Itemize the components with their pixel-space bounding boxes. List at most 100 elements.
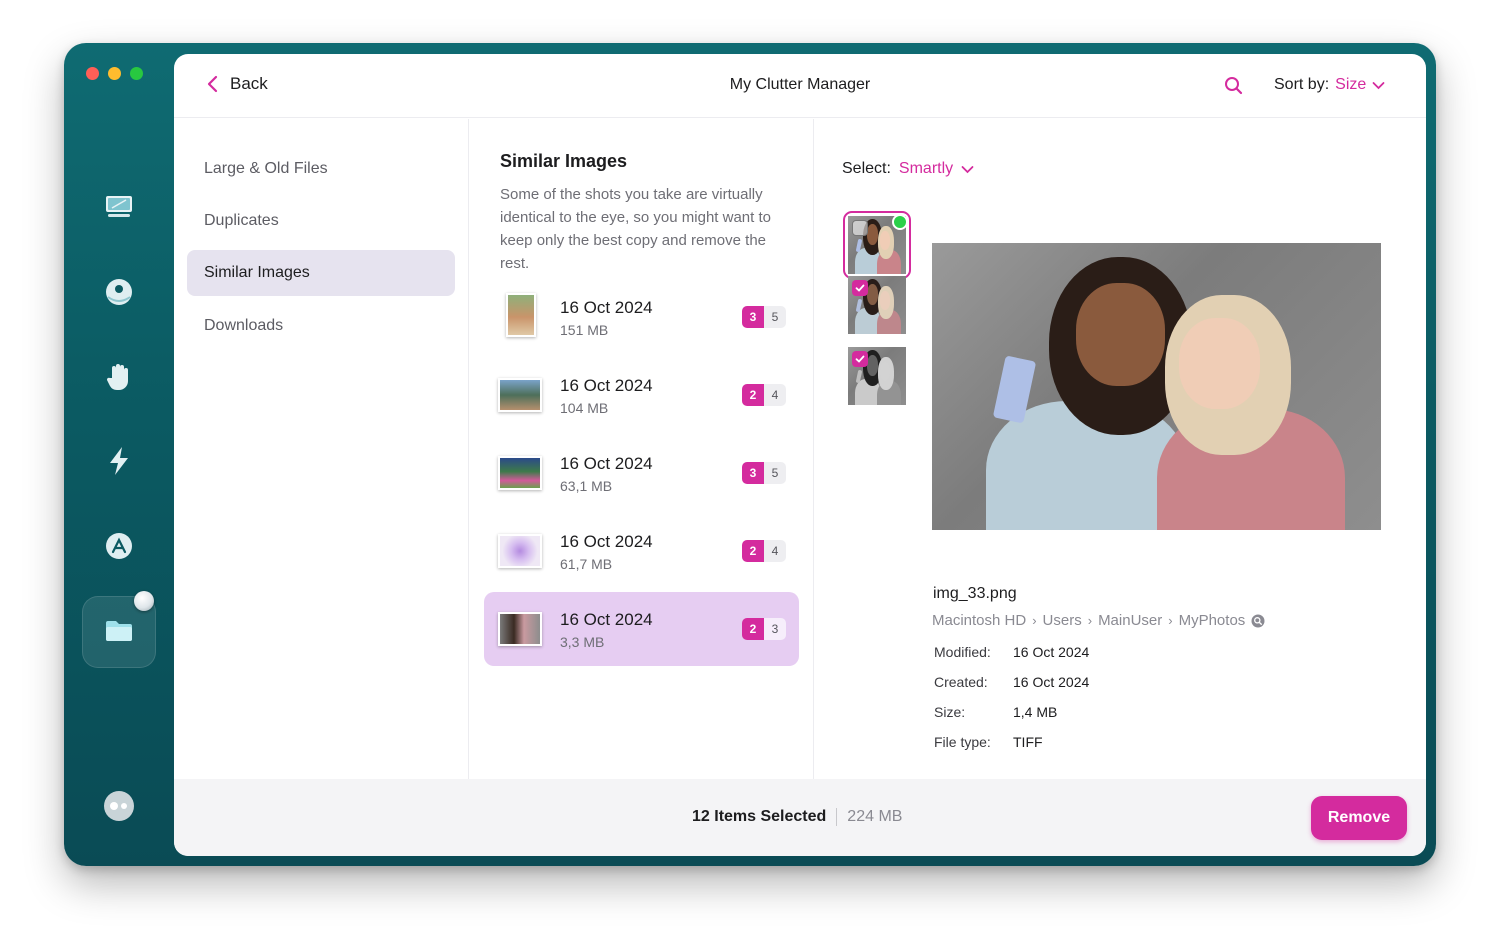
meta-key: Modified:: [934, 644, 991, 660]
group-date: 16 Oct 2024: [560, 454, 653, 473]
selected-count: 3: [742, 462, 764, 484]
apps-icon[interactable]: [101, 528, 137, 564]
app-window: Back My Clutter Manager Sort by: Size La…: [64, 43, 1436, 866]
meta-key: File type:: [934, 734, 991, 750]
group-date: 16 Oct 2024: [560, 376, 653, 395]
photo-thumbnail[interactable]: [848, 347, 906, 405]
notification-dot: [134, 591, 154, 611]
image-group-selected[interactable]: 16 Oct 2024 3,3 MB 2 3: [484, 592, 799, 666]
nav-item-duplicates[interactable]: Duplicates: [187, 198, 455, 244]
selected-count: 3: [742, 306, 764, 328]
divider: [836, 808, 838, 826]
nav-item-large-old-files[interactable]: Large & Old Files: [187, 146, 455, 192]
unchecked-checkbox[interactable]: [852, 220, 868, 236]
meta-key: Created:: [934, 674, 988, 690]
file-path: Macintosh HD › Users › MainUser › MyPhot…: [932, 612, 1265, 629]
folder-icon[interactable]: [101, 613, 137, 649]
sort-dropdown[interactable]: Sort by: Size: [1274, 76, 1385, 94]
select-value: Smartly: [898, 160, 954, 177]
group-count-badge: 2 3: [742, 618, 786, 640]
nav-item-similar-images[interactable]: Similar Images: [187, 250, 455, 296]
chevron-down-icon: [1372, 81, 1385, 89]
monitor-icon[interactable]: [101, 189, 137, 225]
group-date: 16 Oct 2024: [560, 610, 653, 629]
image-group[interactable]: 16 Oct 2024 151 MB 3 5: [484, 280, 799, 354]
image-group[interactable]: 16 Oct 2024 61,7 MB 2 4: [484, 514, 799, 588]
meta-value: 1,4 MB: [1013, 704, 1058, 720]
group-count-badge: 2 4: [742, 540, 786, 562]
group-thumbnail: [498, 612, 542, 646]
sort-label: Sort by:: [1274, 76, 1330, 93]
meta-value: TIFF: [1013, 734, 1043, 750]
chevron-right-icon: ›: [1087, 613, 1093, 628]
meta-value: 16 Oct 2024: [1013, 674, 1090, 690]
path-segment[interactable]: MainUser: [1098, 612, 1162, 629]
total-count: 3: [764, 618, 786, 640]
image-group[interactable]: 16 Oct 2024 104 MB 2 4: [484, 358, 799, 432]
zoom-window-button[interactable]: [130, 67, 143, 80]
selection-summary: 12 Items Selected 224 MB: [692, 808, 902, 826]
path-segment[interactable]: Users: [1043, 612, 1082, 629]
checkmark-icon: [855, 284, 865, 292]
total-count: 5: [764, 306, 786, 328]
group-thumbnail: [506, 293, 536, 337]
close-window-button[interactable]: [86, 67, 99, 80]
chevron-down-icon: [961, 165, 974, 173]
total-count: 4: [764, 540, 786, 562]
group-size: 61,7 MB: [560, 556, 613, 572]
meta-key: Size:: [934, 704, 966, 720]
sort-value: Size: [1335, 76, 1367, 93]
selected-count: 2: [742, 384, 764, 406]
checkmark-icon: [855, 355, 865, 363]
lightning-icon[interactable]: [101, 443, 137, 479]
group-size: 151 MB: [560, 322, 609, 338]
photo-preview: [932, 243, 1381, 530]
select-label: Select:: [842, 160, 891, 177]
select-dropdown[interactable]: Select: Smartly: [842, 160, 974, 178]
reveal-in-finder-icon[interactable]: [1251, 614, 1265, 628]
footer-bar: 12 Items Selected 224 MB Remove: [174, 779, 1426, 856]
group-thumbnail: [498, 378, 542, 412]
photo-thumbnail[interactable]: [848, 276, 906, 334]
chevron-right-icon: ›: [1032, 613, 1037, 628]
assistant-icon[interactable]: [101, 788, 137, 824]
detail-pane: Select: Smartly img_33.png Macintosh HD …: [815, 119, 1426, 779]
window-controls: [86, 67, 143, 80]
checked-checkbox[interactable]: [852, 280, 868, 296]
group-count-badge: 3 5: [742, 462, 786, 484]
category-sidebar: Large & Old Files Duplicates Similar Ima…: [174, 119, 469, 779]
path-segment[interactable]: Macintosh HD: [932, 612, 1026, 629]
group-count-badge: 3 5: [742, 306, 786, 328]
photo-thumbnail[interactable]: [848, 216, 906, 274]
group-size: 104 MB: [560, 400, 609, 416]
file-name: img_33.png: [933, 585, 1017, 602]
header-bar: Back My Clutter Manager Sort by: Size: [174, 54, 1426, 118]
section-title: Similar Images: [500, 151, 628, 171]
group-size: 63,1 MB: [560, 478, 613, 494]
selected-count: 2: [742, 618, 764, 640]
chevron-right-icon: ›: [1168, 613, 1173, 628]
total-count: 4: [764, 384, 786, 406]
group-date: 16 Oct 2024: [560, 532, 653, 551]
group-thumbnail: [498, 456, 542, 490]
selection-count: 12 Items Selected: [692, 808, 827, 825]
groups-column: Similar Images Some of the shots you tak…: [470, 119, 814, 779]
group-thumbnail: [498, 534, 542, 568]
path-segment[interactable]: MyPhotos: [1179, 612, 1246, 629]
search-icon[interactable]: [1224, 76, 1244, 96]
selection-size: 224 MB: [847, 808, 903, 825]
hand-icon[interactable]: [101, 359, 137, 395]
selected-count: 2: [742, 540, 764, 562]
best-copy-indicator: [892, 216, 906, 230]
section-description: Some of the shots you take are virtually…: [500, 186, 771, 272]
checked-checkbox[interactable]: [852, 351, 868, 367]
group-size: 3,3 MB: [560, 634, 605, 650]
remove-button[interactable]: Remove: [1311, 796, 1407, 840]
disk-icon[interactable]: [101, 274, 137, 310]
minimize-window-button[interactable]: [108, 67, 121, 80]
total-count: 5: [764, 462, 786, 484]
image-group[interactable]: 16 Oct 2024 63,1 MB 3 5: [484, 436, 799, 510]
nav-item-downloads[interactable]: Downloads: [187, 303, 455, 349]
meta-value: 16 Oct 2024: [1013, 644, 1090, 660]
preview-image: [932, 243, 1381, 530]
